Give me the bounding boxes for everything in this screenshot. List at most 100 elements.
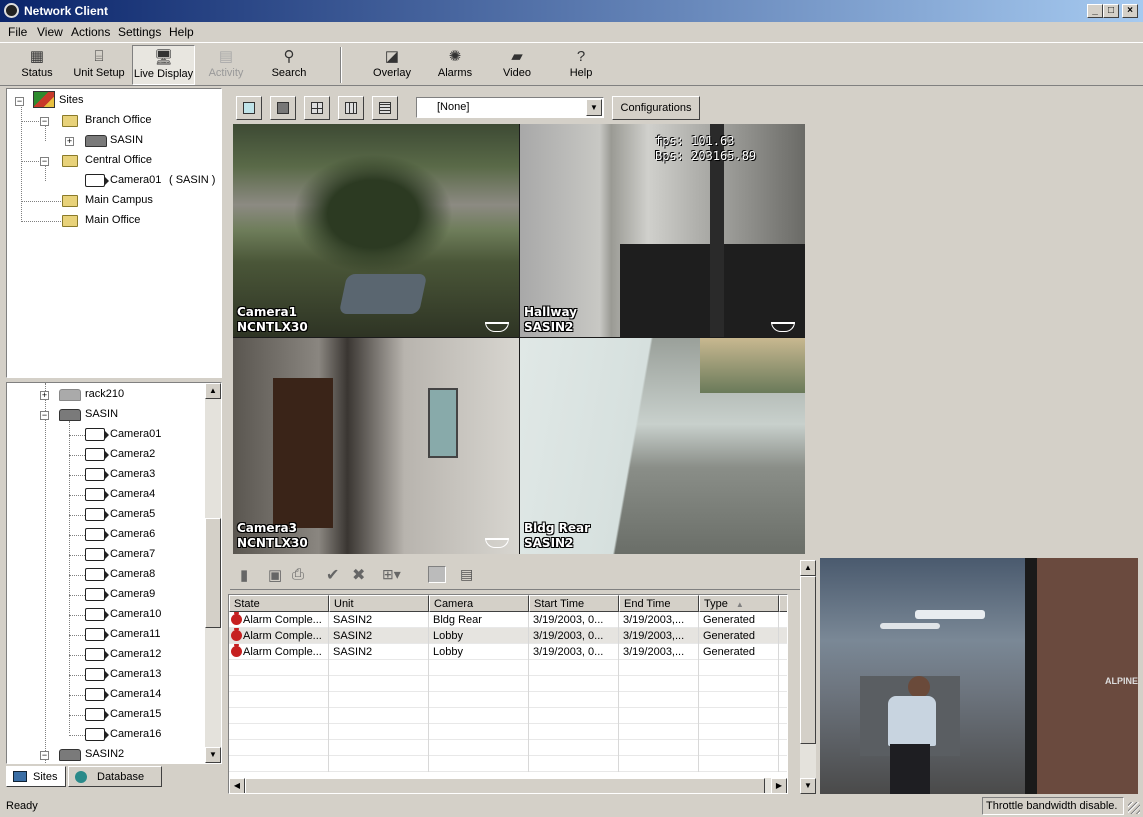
resize-grip-icon[interactable] bbox=[1128, 802, 1140, 814]
ptz-icon[interactable] bbox=[485, 538, 509, 548]
table-row[interactable]: Alarm Comple... SASIN2 Bldg Rear 3/19/2003,… bbox=[229, 612, 787, 628]
delete-icon[interactable]: ✖ bbox=[352, 565, 365, 585]
collapse-icon[interactable]: − bbox=[40, 751, 49, 760]
scroll-down-button[interactable]: ▼ bbox=[800, 778, 816, 794]
tile-hallway[interactable]: fps: 101.63 Bps: 203165.89 Hallway SASIN2 bbox=[520, 124, 805, 337]
configurations-button[interactable]: Configurations bbox=[612, 96, 700, 120]
tile-bldg-rear[interactable]: Bldg Rear SASIN2 bbox=[520, 338, 805, 554]
scroll-thumb[interactable] bbox=[800, 576, 816, 744]
tree-item-branch-office[interactable]: − Branch Office bbox=[7, 111, 221, 131]
expand-icon[interactable]: + bbox=[65, 137, 74, 146]
clear-icon[interactable]: ▮ bbox=[240, 566, 248, 584]
layout-single-button[interactable] bbox=[270, 96, 296, 120]
preset-dropdown[interactable]: [None] ▼ bbox=[416, 97, 604, 118]
tree-item-sites[interactable]: − Sites bbox=[7, 91, 221, 111]
save-icon[interactable]: ▣ bbox=[268, 566, 282, 584]
live-display-button[interactable]: 🖥 Live Display bbox=[132, 45, 195, 85]
tree-item-sasin[interactable]: − SASIN bbox=[7, 405, 203, 425]
layout-4x4-button[interactable] bbox=[372, 96, 398, 120]
maximize-button[interactable]: □ bbox=[1103, 4, 1119, 18]
column-header-type[interactable]: Type ▲ bbox=[699, 595, 779, 612]
overlay-button[interactable]: ◪ Overlay bbox=[364, 45, 420, 85]
tree-item-rack[interactable]: + rack210 bbox=[7, 385, 203, 405]
scroll-thumb[interactable] bbox=[245, 778, 765, 793]
tree-item-camera[interactable]: Camera10 bbox=[7, 605, 203, 625]
menu-file[interactable]: File bbox=[8, 25, 27, 39]
preview-video[interactable]: ALPINE bbox=[820, 558, 1138, 794]
scroll-thumb[interactable] bbox=[205, 518, 221, 628]
tree-item-main-campus[interactable]: Main Campus bbox=[7, 191, 221, 211]
tree-item-camera[interactable]: Camera5 bbox=[7, 505, 203, 525]
minimize-button[interactable]: _ bbox=[1087, 4, 1103, 18]
tree-item-camera[interactable]: Camera9 bbox=[7, 585, 203, 605]
layout-1x1-button[interactable] bbox=[236, 96, 262, 120]
collapse-icon[interactable]: − bbox=[40, 411, 49, 420]
tree-item-camera[interactable]: Camera12 bbox=[7, 645, 203, 665]
empty-cell bbox=[619, 676, 699, 692]
expand-icon[interactable]: + bbox=[40, 391, 49, 400]
acknowledge-icon[interactable]: ✔ bbox=[326, 565, 339, 585]
tree-item-camera[interactable]: Camera4 bbox=[7, 485, 203, 505]
tree-item-central-office[interactable]: − Central Office bbox=[7, 151, 221, 171]
properties-icon[interactable]: ▤ bbox=[460, 566, 473, 583]
tree-item-camera[interactable]: Camera16 bbox=[7, 725, 203, 745]
tree-item-camera[interactable]: Camera15 bbox=[7, 705, 203, 725]
network-dropdown-icon[interactable]: ⊞▾ bbox=[382, 566, 401, 583]
tree-item-camera[interactable]: Camera2 bbox=[7, 445, 203, 465]
collapse-icon[interactable]: − bbox=[40, 117, 49, 126]
search-button[interactable]: ⚲ Search bbox=[262, 45, 316, 85]
ptz-icon[interactable] bbox=[485, 322, 509, 332]
unit-setup-button[interactable]: ⌸ Unit Setup bbox=[68, 45, 130, 85]
column-header-end-time[interactable]: End Time bbox=[619, 595, 699, 612]
status-button[interactable]: ▦ Status bbox=[8, 45, 66, 85]
help-button[interactable]: ? Help bbox=[556, 45, 606, 85]
tree-item-camera[interactable]: Camera11 bbox=[7, 625, 203, 645]
empty-cell bbox=[699, 740, 779, 756]
menu-settings[interactable]: Settings bbox=[118, 25, 161, 39]
chevron-down-icon[interactable]: ▼ bbox=[586, 99, 602, 116]
scroll-left-button[interactable]: ◀ bbox=[229, 778, 245, 793]
column-header-start-time[interactable]: Start Time bbox=[529, 595, 619, 612]
tree-item-camera[interactable]: Camera8 bbox=[7, 565, 203, 585]
layout-3x3-button[interactable] bbox=[338, 96, 364, 120]
tree-item-main-office[interactable]: Main Office bbox=[7, 211, 221, 231]
tree-item-camera[interactable]: Camera6 bbox=[7, 525, 203, 545]
menu-help[interactable]: Help bbox=[169, 25, 194, 39]
print-icon[interactable]: ⎙ bbox=[292, 566, 304, 583]
tile-camera1[interactable]: Camera1 NCNTLX30 bbox=[233, 124, 519, 337]
activity-button[interactable]: ▤ Activity bbox=[198, 45, 254, 85]
layout-2x2-button[interactable] bbox=[304, 96, 330, 120]
column-header-unit[interactable]: Unit bbox=[329, 595, 429, 612]
table-row[interactable]: Alarm Comple... SASIN2 Lobby 3/19/2003, 0..… bbox=[229, 628, 787, 644]
view-clip-icon[interactable] bbox=[428, 566, 446, 583]
scroll-up-button[interactable]: ▲ bbox=[800, 560, 816, 576]
tile-camera3[interactable]: Camera3 NCNTLX30 bbox=[233, 338, 519, 554]
table-row[interactable]: Alarm Comple... SASIN2 Lobby 3/19/2003, 0..… bbox=[229, 644, 787, 660]
collapse-icon[interactable]: − bbox=[40, 157, 49, 166]
tree-item-sasin2[interactable]: − SASIN2 bbox=[7, 745, 203, 763]
alarm-vscrollbar[interactable]: ▲ ▼ bbox=[800, 560, 816, 794]
tab-database[interactable]: Database bbox=[68, 766, 162, 787]
menu-actions[interactable]: Actions bbox=[71, 25, 110, 39]
menu-view[interactable]: View bbox=[37, 25, 63, 39]
tab-sites[interactable]: Sites bbox=[6, 766, 66, 787]
unit-tree-scrollbar[interactable]: ▲ ▼ bbox=[205, 383, 221, 763]
video-button[interactable]: ▰ Video bbox=[491, 45, 543, 85]
tree-item-camera[interactable]: Camera7 bbox=[7, 545, 203, 565]
scroll-down-button[interactable]: ▼ bbox=[205, 747, 221, 763]
alarm-hscrollbar[interactable]: ◀ ▶ bbox=[229, 778, 787, 793]
scroll-up-button[interactable]: ▲ bbox=[205, 383, 221, 399]
tree-item-camera01[interactable]: Camera01 ( SASIN ) bbox=[7, 171, 221, 191]
column-header-camera[interactable]: Camera bbox=[429, 595, 529, 612]
tree-item-camera[interactable]: Camera3 bbox=[7, 465, 203, 485]
rack-icon bbox=[59, 389, 81, 401]
tree-item-sasin[interactable]: + SASIN bbox=[7, 131, 221, 151]
tree-item-camera[interactable]: Camera14 bbox=[7, 685, 203, 705]
tree-item-camera[interactable]: Camera13 bbox=[7, 665, 203, 685]
column-header-state[interactable]: State bbox=[229, 595, 329, 612]
scroll-right-button[interactable]: ▶ bbox=[771, 778, 787, 793]
tree-item-camera[interactable]: Camera01 bbox=[7, 425, 203, 445]
collapse-icon[interactable]: − bbox=[15, 97, 24, 106]
close-button[interactable]: × bbox=[1122, 4, 1138, 18]
alarms-button[interactable]: ✺ Alarms bbox=[428, 45, 482, 85]
